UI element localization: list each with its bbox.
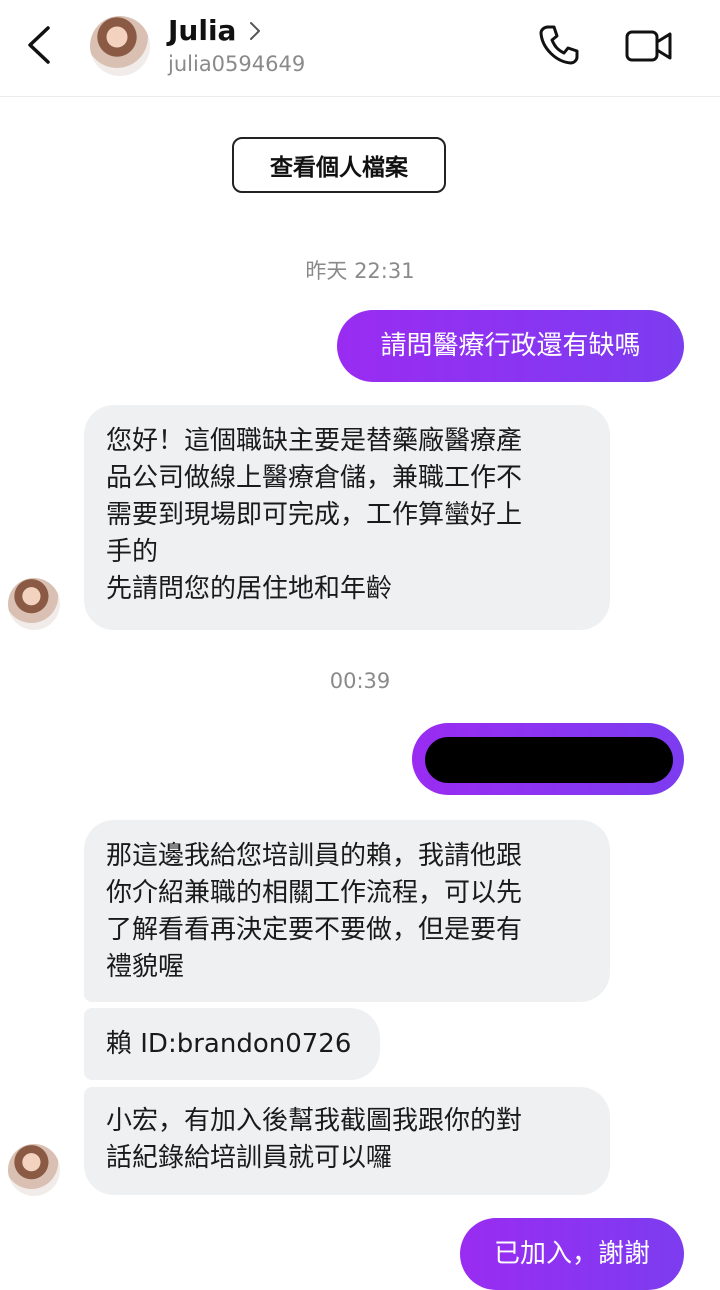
message-line: 那這邊我給您培訓員的賴，我請他跟: [106, 841, 523, 871]
message-line: 話紀錄給培訓員就可以囉: [106, 1143, 393, 1173]
sent-message[interactable]: 已加入，謝謝: [460, 1218, 684, 1290]
avatar[interactable]: [90, 16, 150, 76]
received-message[interactable]: 您好！這個職缺主要是替藥廠醫療產 品公司做線上醫療倉儲，兼職工作不 需要到現場即…: [84, 405, 610, 630]
back-arrow-icon[interactable]: [20, 22, 60, 68]
phone-icon[interactable]: [536, 22, 582, 68]
avatar[interactable]: [8, 1144, 60, 1196]
message-line: 先請問您的居住地和年齡: [106, 574, 393, 604]
sent-message[interactable]: 請問醫療行政還有缺嗎: [337, 310, 684, 382]
redaction-mark: [425, 737, 673, 783]
view-profile-button[interactable]: 查看個人檔案: [232, 137, 446, 193]
timestamp: 00:39: [329, 669, 391, 693]
message-line: 了解看看再決定要不要做，但是要有: [106, 915, 523, 945]
message-line: 手的: [106, 537, 159, 567]
video-camera-icon[interactable]: [624, 24, 674, 68]
message-line: 品公司做線上醫療倉儲，兼職工作不: [106, 463, 523, 493]
chat-header: Julia julia0594649: [0, 0, 720, 97]
contact-name[interactable]: Julia: [168, 14, 236, 47]
timestamp: 昨天 22:31: [305, 259, 415, 283]
received-message[interactable]: 小宏，有加入後幫我截圖我跟你的對 話紀錄給培訓員就可以囉: [84, 1087, 610, 1195]
avatar[interactable]: [8, 578, 60, 630]
contact-handle: julia0594649: [168, 52, 306, 76]
received-message[interactable]: 那這邊我給您培訓員的賴，我請他跟 你介紹兼職的相關工作流程，可以先 了解看看再決…: [84, 820, 610, 1002]
message-line: 您好！這個職缺主要是替藥廠醫療產: [106, 426, 523, 456]
chevron-right-icon[interactable]: [246, 20, 264, 42]
message-line: 需要到現場即可完成，工作算蠻好上: [106, 500, 523, 530]
message-line: 你介紹兼職的相關工作流程，可以先: [106, 878, 523, 908]
message-line: 禮貌喔: [106, 952, 185, 982]
message-line: 小宏，有加入後幫我截圖我跟你的對: [106, 1106, 523, 1136]
received-message[interactable]: 賴 ID:brandon0726: [84, 1008, 380, 1080]
